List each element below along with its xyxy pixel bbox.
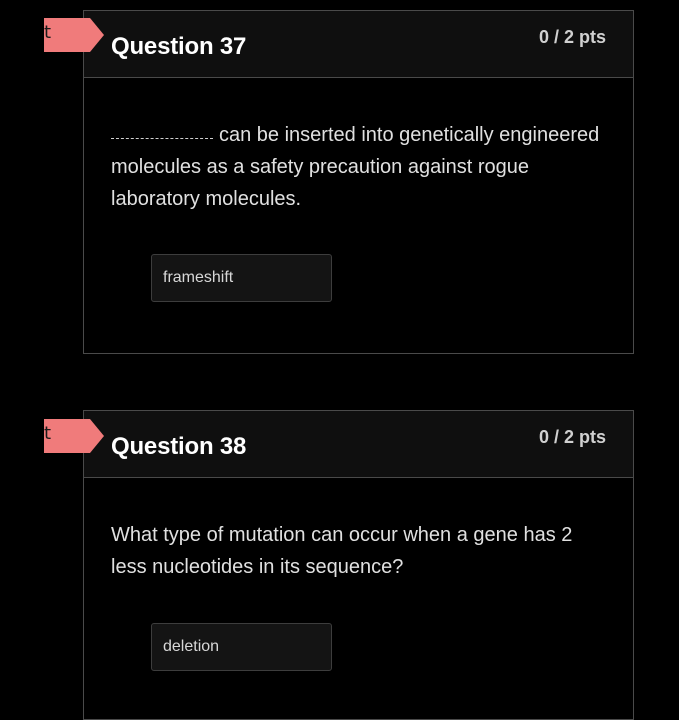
question-38-card: Question 38 0 / 2 pts What type of mutat… [83,410,634,720]
question-title: Question 38 [111,433,247,460]
flag-tip [90,18,104,52]
question-header: Question 37 0 / 2 pts [84,11,633,78]
question-text: What type of mutation can occur when a g… [111,524,573,578]
question-header: Question 38 0 / 2 pts [84,411,633,478]
incorrect-flag: t [44,18,104,52]
flag-letter: t [44,423,52,444]
answer-box: deletion [151,623,332,671]
question-points: 0 / 2 pts [538,27,606,47]
flag-letter: t [44,22,52,43]
answer-box: frameshift [151,254,332,302]
question-title: Question 37 [111,33,247,60]
flag-tip [90,419,104,453]
question-37-card: Question 37 0 / 2 pts can be inserted in… [83,10,634,354]
question-text: can be inserted into genetically enginee… [84,78,633,215]
question-points: 0 / 2 pts [538,427,606,447]
incorrect-flag: t [44,419,104,453]
fill-in-blank [111,126,213,139]
